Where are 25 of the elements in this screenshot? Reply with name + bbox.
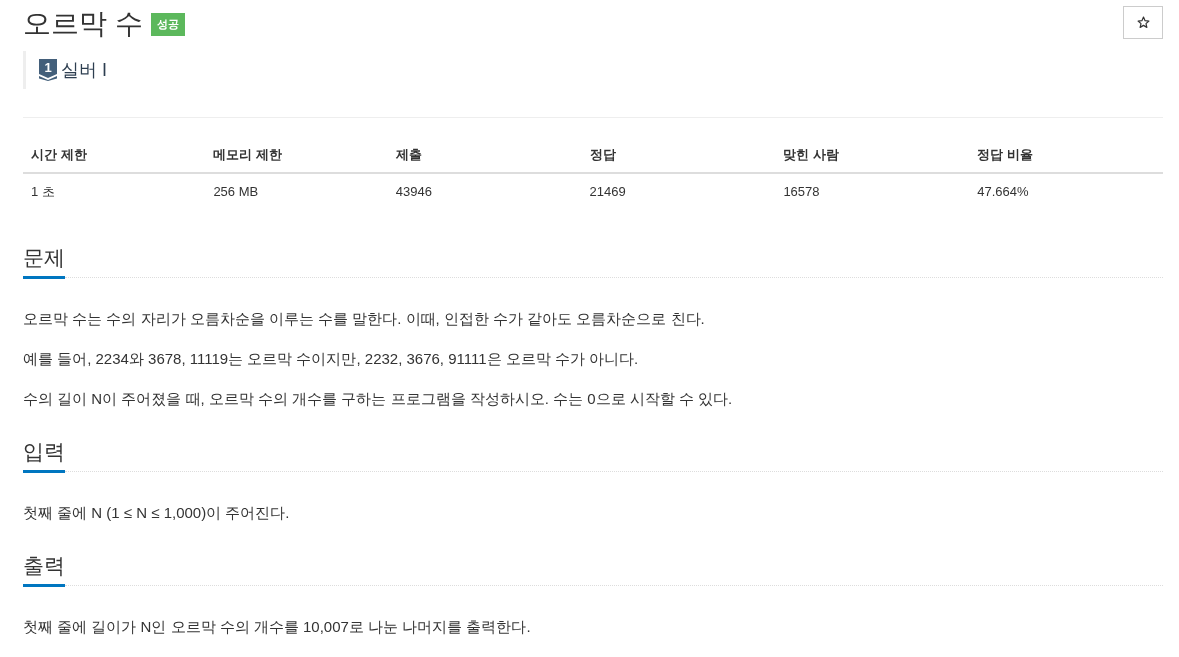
paragraph: 첫째 줄에 길이가 N인 오르막 수의 개수를 10,007로 나눈 나머지를 출력한다.	[23, 617, 532, 637]
tier-icon: 1	[39, 59, 57, 81]
paragraph: 수의 길이 N이 주어졌을 때, 오르막 수의 개수를 구하는 프로그램을 작성하시오. 수는 0으로 시작할 수 있다.	[23, 389, 734, 409]
table-cell-text: 47.664%	[976, 183, 1030, 201]
paragraph: 예를 들어, 2234와 3678, 11119는 오르막 수이지만, 2232, 3676, 91111은 오르막 수가 아니다.	[23, 349, 640, 369]
table-header-cell: 메모리 제한	[205, 137, 388, 174]
table-header-cell: 정답	[581, 137, 776, 174]
problem-title: 오르막 수	[23, 7, 143, 41]
tier-name: 실버 I	[61, 59, 107, 82]
result-badge: 성공	[150, 12, 185, 36]
section-heading: 출력	[23, 551, 65, 587]
paragraph: 오르막 수는 수의 자리가 오름차순을 이루는 수를 말한다. 이때, 인접한 수가 같아도 오름차순으로 친다.	[23, 309, 706, 329]
table-cell-text: 43946	[394, 183, 433, 201]
paragraph: 첫째 줄에 N (1 ≤ N ≤ 1,000)이 주어진다.	[23, 503, 291, 523]
section-heading: 문제	[23, 243, 65, 279]
section-heading: 입력	[23, 437, 65, 473]
table-cell-text: 16578	[782, 183, 821, 201]
table-cell-text: 256 MB	[212, 183, 260, 201]
table-cell-text: 21469	[588, 183, 627, 201]
table-header-cell: 맞힌 사람	[775, 137, 970, 174]
star-button[interactable]	[1123, 6, 1163, 39]
table-header-cell: 정답 비율	[969, 137, 1163, 174]
table-header-cell: 제출	[387, 137, 582, 174]
table-cell-text: 1 초	[30, 183, 56, 201]
table-header-cell: 시간 제한	[23, 137, 206, 174]
